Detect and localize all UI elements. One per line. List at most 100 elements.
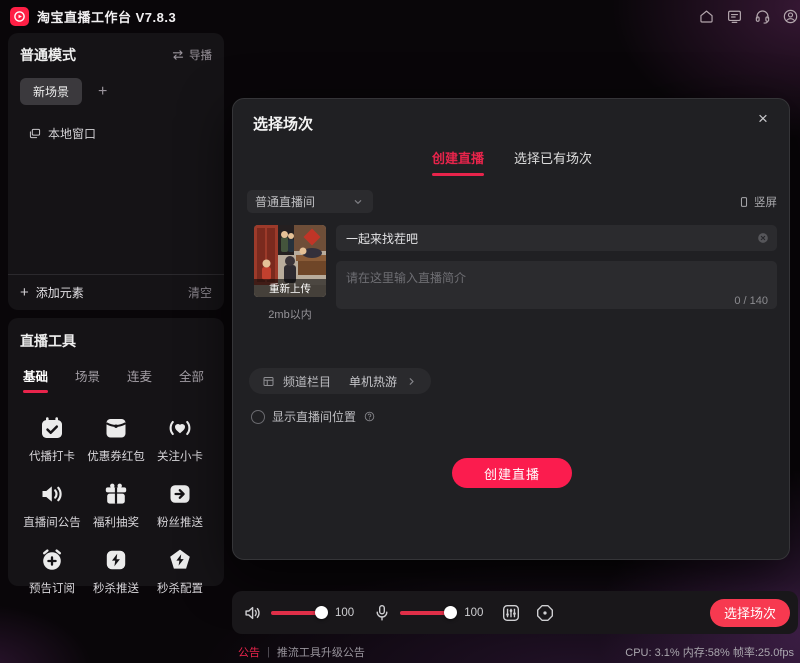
- tools-tab-连麦[interactable]: 连麦: [127, 366, 152, 395]
- volume-slider[interactable]: [271, 611, 323, 615]
- tool-follow-heart[interactable]: 关注小卡: [148, 415, 212, 464]
- modal-tab-create[interactable]: 创建直播: [432, 148, 484, 178]
- stream-title-input[interactable]: [336, 225, 777, 251]
- mic-value: 100: [464, 607, 483, 619]
- vertical-screen-button[interactable]: 竖屏: [738, 194, 777, 210]
- cover-size-hint: 2mb以内: [268, 306, 311, 322]
- tools-panel: 直播工具 基础场景连麦全部 代播打卡优惠券红包关注小卡直播间公告福利抽奖 粉丝推送…: [8, 318, 224, 586]
- tool-label: 福利抽奖: [93, 514, 139, 530]
- flash-pentagon-icon: [167, 547, 193, 573]
- tools-panel-title: 直播工具: [20, 331, 212, 351]
- notice-badge: 公告: [238, 644, 260, 660]
- tool-label: 秒杀推送: [93, 580, 139, 596]
- tool-label: 直播间公告: [23, 514, 81, 530]
- tool-label: 优惠券红包: [87, 448, 145, 464]
- add-element-button[interactable]: + 添加元素: [20, 284, 84, 301]
- topbar: 淘宝直播工作台 V7.8.3: [0, 0, 800, 32]
- tools-tabs: 基础场景连麦全部: [20, 366, 212, 395]
- notice-divider: |: [267, 646, 270, 658]
- alarm-plus-icon: [39, 547, 65, 573]
- mic-slider[interactable]: [400, 611, 452, 615]
- scene-tab-new[interactable]: 新场景: [20, 78, 82, 105]
- tool-calendar-check[interactable]: 代播打卡: [20, 415, 84, 464]
- modal-tabs: 创建直播选择已有场次: [247, 148, 777, 178]
- chevron-right-icon: [405, 375, 418, 388]
- app-title: 淘宝直播工作台 V7.8.3: [37, 7, 176, 26]
- tool-label: 预告订阅: [29, 580, 75, 596]
- grid-list-icon: [262, 375, 275, 388]
- speaker-icon: [39, 481, 65, 507]
- tools-grid: 代播打卡优惠券红包关注小卡直播间公告福利抽奖 粉丝推送预告订阅 秒杀推送 秒杀配置: [20, 415, 212, 596]
- category-pill[interactable]: 频道栏目 单机热游: [249, 368, 431, 394]
- chevron-down-icon: [351, 195, 365, 209]
- tools-tab-全部[interactable]: 全部: [179, 366, 204, 395]
- room-type-dropdown[interactable]: 普通直播间: [247, 190, 373, 213]
- mic-icon[interactable]: [372, 603, 392, 623]
- create-live-button[interactable]: 创建直播: [452, 458, 572, 488]
- tool-flash-square[interactable]: 秒杀推送: [84, 547, 148, 596]
- tool-label: 代播打卡: [29, 448, 75, 464]
- reupload-button[interactable]: 重新上传: [254, 279, 326, 297]
- settings-octagon-icon[interactable]: [535, 603, 555, 623]
- bottom-bar: 100 100 选择场次: [232, 591, 798, 634]
- director-toggle[interactable]: 导播: [171, 47, 212, 63]
- swap-arrows-icon: [171, 48, 185, 62]
- flash-square-icon: [103, 547, 129, 573]
- gift-icon: [103, 481, 129, 507]
- category-label: 频道栏目: [283, 373, 331, 390]
- category-value: 单机热游: [349, 373, 397, 390]
- scene-panel: 普通模式 导播 新场景 + 本地窗口 + 添加元素 清空: [8, 33, 224, 310]
- topbar-actions: [698, 8, 799, 25]
- source-label: 本地窗口: [48, 125, 96, 142]
- clear-input-icon[interactable]: [756, 231, 770, 245]
- tool-label: 秒杀配置: [157, 580, 203, 596]
- volume-slider-knob[interactable]: [315, 606, 328, 619]
- volume-icon[interactable]: [243, 603, 263, 623]
- tool-alarm-plus[interactable]: 预告订阅: [20, 547, 84, 596]
- room-type-value: 普通直播间: [255, 193, 315, 210]
- status-bar: 公告 | 推流工具升级公告 CPU: 3.1% 内存:58% 帧率:25.0fp…: [0, 640, 800, 663]
- performance-metrics: CPU: 3.1% 内存:58% 帧率:25.0fps: [625, 644, 794, 660]
- tool-speaker[interactable]: 直播间公告: [20, 481, 84, 530]
- notice-text[interactable]: 推流工具升级公告: [277, 644, 365, 660]
- tool-arrow-square[interactable]: 粉丝推送: [148, 481, 212, 530]
- clear-button[interactable]: 清空: [188, 284, 212, 301]
- add-element-label: 添加元素: [36, 284, 84, 301]
- scene-mode-title: 普通模式: [20, 45, 76, 65]
- add-scene-button[interactable]: +: [98, 84, 107, 100]
- tools-tab-场景[interactable]: 场景: [75, 366, 100, 395]
- mic-slider-knob[interactable]: [444, 606, 457, 619]
- vertical-screen-label: 竖屏: [754, 194, 777, 210]
- avatar-icon[interactable]: [782, 8, 799, 25]
- location-checkbox[interactable]: [251, 410, 265, 424]
- calendar-check-icon: [39, 415, 65, 441]
- modal-title: 选择场次: [247, 113, 777, 134]
- cover-upload[interactable]: 重新上传: [254, 225, 326, 297]
- source-item-local-window[interactable]: 本地窗口: [28, 125, 212, 142]
- tools-tab-基础[interactable]: 基础: [23, 366, 48, 395]
- monitor-icon[interactable]: [726, 8, 743, 25]
- volume-value: 100: [335, 607, 354, 619]
- tool-label: 粉丝推送: [157, 514, 203, 530]
- home-icon[interactable]: [698, 8, 715, 25]
- window-copy-icon: [28, 127, 42, 141]
- modal-tab-existing[interactable]: 选择已有场次: [514, 148, 592, 178]
- select-session-modal: 选择场次 × 创建直播选择已有场次 普通直播间 竖屏: [232, 98, 790, 560]
- tool-gift[interactable]: 福利抽奖: [84, 481, 148, 530]
- tool-label: 关注小卡: [157, 448, 203, 464]
- headset-icon[interactable]: [754, 8, 771, 25]
- close-icon[interactable]: ×: [751, 107, 775, 131]
- char-counter: 0 / 140: [734, 295, 768, 307]
- tool-flash-pentagon[interactable]: 秒杀配置: [148, 547, 212, 596]
- follow-heart-icon: [167, 415, 193, 441]
- select-session-button[interactable]: 选择场次: [710, 599, 790, 627]
- app-logo-icon: [10, 7, 29, 26]
- plus-icon: +: [20, 284, 29, 301]
- red-packet-icon: [103, 415, 129, 441]
- phone-icon: [738, 196, 750, 208]
- help-icon[interactable]: [363, 410, 376, 423]
- arrow-square-icon: [167, 481, 193, 507]
- tool-red-packet[interactable]: 优惠券红包: [84, 415, 148, 464]
- stream-desc-input[interactable]: [336, 261, 777, 309]
- mixer-icon[interactable]: [501, 603, 521, 623]
